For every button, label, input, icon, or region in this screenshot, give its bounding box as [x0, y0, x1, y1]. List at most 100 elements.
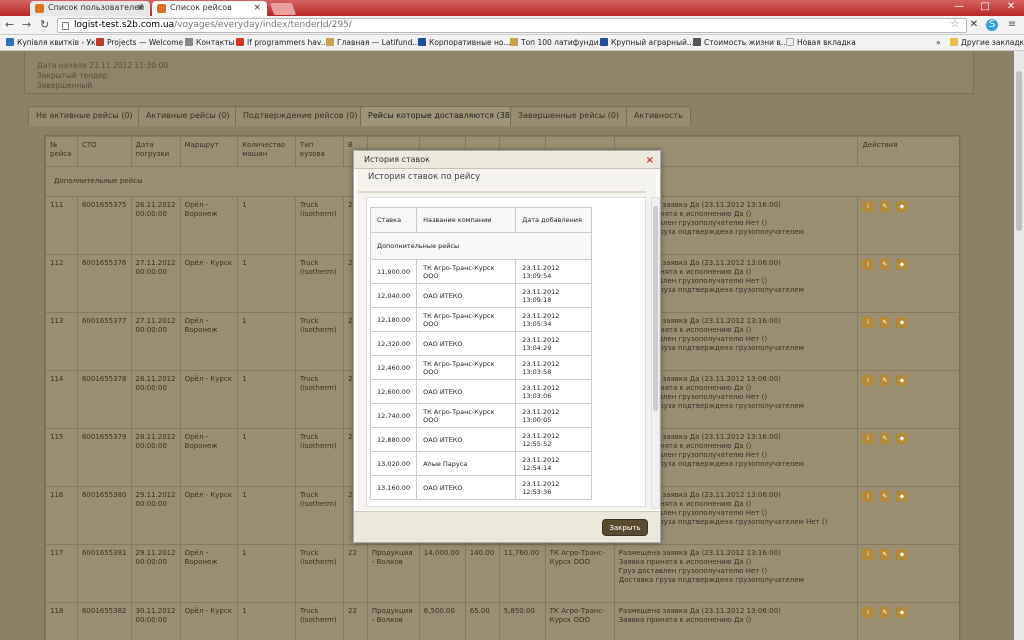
table-cell: 140.00: [464, 544, 500, 603]
tab-close-icon[interactable]: ×: [253, 1, 261, 15]
close-icon[interactable]: ×: [646, 152, 654, 169]
tab-close-icon[interactable]: ×: [136, 1, 144, 15]
bookmark-item[interactable]: Контакты: [185, 38, 235, 47]
minimize-button[interactable]: —: [946, 0, 972, 16]
url-input[interactable]: logist-test.s2b.com.ua/voyages/everyday/…: [57, 18, 967, 33]
edit-icon[interactable]: ✎: [879, 491, 891, 502]
info-icon[interactable]: i: [862, 549, 874, 560]
table-cell: 6001655380: [76, 486, 132, 545]
tab-inactive-trips[interactable]: Не активные рейсы (0): [28, 106, 141, 126]
info-icon[interactable]: i: [862, 433, 874, 444]
browser-tab-trips[interactable]: Список рейсов ×: [152, 1, 267, 16]
table-cell: 6,500.00: [418, 602, 466, 640]
tab-completed-trips[interactable]: Завершенные рейсы (0): [510, 106, 628, 126]
bid-date: 23.11.2012 12:55:52: [515, 427, 592, 452]
tag-icon[interactable]: ◆: [896, 201, 908, 212]
address-bar: ← → ↻ logist-test.s2b.com.ua/voyages/eve…: [0, 16, 1024, 35]
tag-icon[interactable]: ◆: [896, 375, 908, 386]
tab-active-trips[interactable]: Активные рейсы (0): [138, 106, 238, 126]
bid-company: ОАО ИТЕКО: [416, 475, 517, 500]
actions-cell: i ✎ ◆: [857, 602, 961, 640]
page-scrollbar-thumb[interactable]: [1016, 71, 1022, 231]
tag-icon[interactable]: ◆: [896, 317, 908, 328]
bookmark-item[interactable]: Корпоративные но...: [418, 38, 511, 47]
info-icon[interactable]: i: [862, 375, 874, 386]
browser-tab-users[interactable]: Список пользователей ×: [30, 1, 150, 16]
extension-x-icon[interactable]: ✕: [968, 19, 980, 31]
table-cell: 65.00: [464, 602, 500, 640]
tag-icon[interactable]: ◆: [896, 433, 908, 444]
table-cell: Truck (Isotherm): [295, 196, 344, 255]
edit-icon[interactable]: ✎: [879, 375, 891, 386]
table-row: 118 6001655382 30.11.2012 00:00:00 Орёл - К…: [45, 602, 961, 640]
table-cell: 29.11.2012 00:00:00: [130, 544, 181, 603]
table-cell: 118: [45, 602, 78, 640]
status-line: Груз доставлен грузополучателю Нет (): [618, 567, 768, 575]
edit-icon[interactable]: ✎: [879, 433, 891, 444]
close-button[interactable]: Закрыть: [602, 519, 648, 536]
dialog-scrollbar-thumb[interactable]: [653, 206, 658, 411]
edit-icon[interactable]: ✎: [879, 259, 891, 270]
bookmark-favicon-icon: [418, 38, 426, 46]
bid-row: 12,320.00 ОАО ИТЕКО 23.11.2012 13:04:29: [369, 331, 592, 356]
tab-delivering-trips[interactable]: Рейсы которые доставляются (38): [360, 106, 521, 126]
info-icon[interactable]: i: [862, 491, 874, 502]
tab-confirm-trips[interactable]: Подтверждение рейсов (0): [235, 106, 366, 126]
bookmark-star-icon[interactable]: ☆: [950, 17, 960, 30]
table-cell: 115: [45, 428, 78, 487]
bid-company: Алые Паруса: [416, 451, 517, 476]
bid-date: 23.11.2012 13:09:54: [515, 259, 592, 284]
dialog-scrollbar[interactable]: [651, 197, 660, 509]
window-close-button[interactable]: ✕: [998, 0, 1024, 16]
column-header: СТО: [76, 136, 132, 167]
skype-icon[interactable]: S: [986, 19, 998, 31]
actions-cell: i ✎ ◆: [857, 196, 961, 255]
actions-cell: i ✎ ◆: [857, 544, 961, 603]
bookmark-favicon-icon: [96, 38, 104, 46]
bookmark-item[interactable]: Новая вкладка: [786, 38, 856, 47]
tag-icon[interactable]: ◆: [896, 491, 908, 502]
bookmarks-more-icon[interactable]: »: [936, 38, 941, 47]
table-cell: 1: [237, 428, 297, 487]
bookmark-item[interactable]: Крупный аграрный...: [600, 38, 694, 47]
bookmark-item[interactable]: Главная — Latifund...: [326, 38, 420, 47]
page-scrollbar[interactable]: [1014, 51, 1024, 640]
table-cell: 28.11.2012 00:00:00: [130, 370, 181, 429]
bookmark-item[interactable]: Топ 100 латифунди...: [510, 38, 606, 47]
bid-date: 23.11.2012 12:53:36: [515, 475, 592, 500]
table-cell: 26.11.2012 00:00:00: [130, 196, 181, 255]
table-cell: 1: [237, 196, 297, 255]
table-cell: 6001655377: [76, 312, 132, 371]
tab-label: Список рейсов: [170, 3, 232, 12]
tag-icon[interactable]: ◆: [896, 607, 908, 618]
bookmark-item[interactable]: Купівля квитків - Ук...: [6, 38, 103, 47]
dialog-subtitle: История ставок по рейсу: [358, 169, 646, 193]
other-bookmarks[interactable]: Другие закладки: [950, 38, 1024, 47]
back-icon[interactable]: ←: [5, 18, 14, 31]
forward-icon[interactable]: →: [22, 18, 31, 31]
tag-icon[interactable]: ◆: [896, 259, 908, 270]
tab-activity[interactable]: Активность: [626, 106, 691, 126]
new-tab-button[interactable]: [269, 3, 297, 15]
edit-icon[interactable]: ✎: [879, 607, 891, 618]
column-header: Тип кузова: [295, 136, 344, 167]
bookmark-favicon-icon: [693, 38, 701, 46]
tag-icon[interactable]: ◆: [896, 549, 908, 560]
edit-icon[interactable]: ✎: [879, 549, 891, 560]
reload-icon[interactable]: ↻: [40, 18, 49, 31]
info-icon[interactable]: i: [862, 259, 874, 270]
bookmark-item[interactable]: Projects — Welcome: [96, 38, 183, 47]
menu-icon[interactable]: ≡: [1006, 19, 1018, 31]
edit-icon[interactable]: ✎: [879, 317, 891, 328]
bid-row: 12,040.00 ОАО ИТЕКО 23.11.2012 13:09:18: [369, 283, 592, 308]
info-icon[interactable]: i: [862, 607, 874, 618]
table-cell: Truck (Isotherm): [295, 486, 344, 545]
maximize-button[interactable]: □: [972, 0, 998, 16]
bookmark-item[interactable]: If programmers hav...: [236, 38, 328, 47]
edit-icon[interactable]: ✎: [879, 201, 891, 212]
table-cell: ТК Агро-Транс-Курск ООО: [544, 544, 615, 603]
info-icon[interactable]: i: [862, 201, 874, 212]
info-icon[interactable]: i: [862, 317, 874, 328]
bookmark-item[interactable]: Стоимость жизни в...: [693, 38, 788, 47]
bookmark-favicon-icon: [786, 38, 794, 46]
